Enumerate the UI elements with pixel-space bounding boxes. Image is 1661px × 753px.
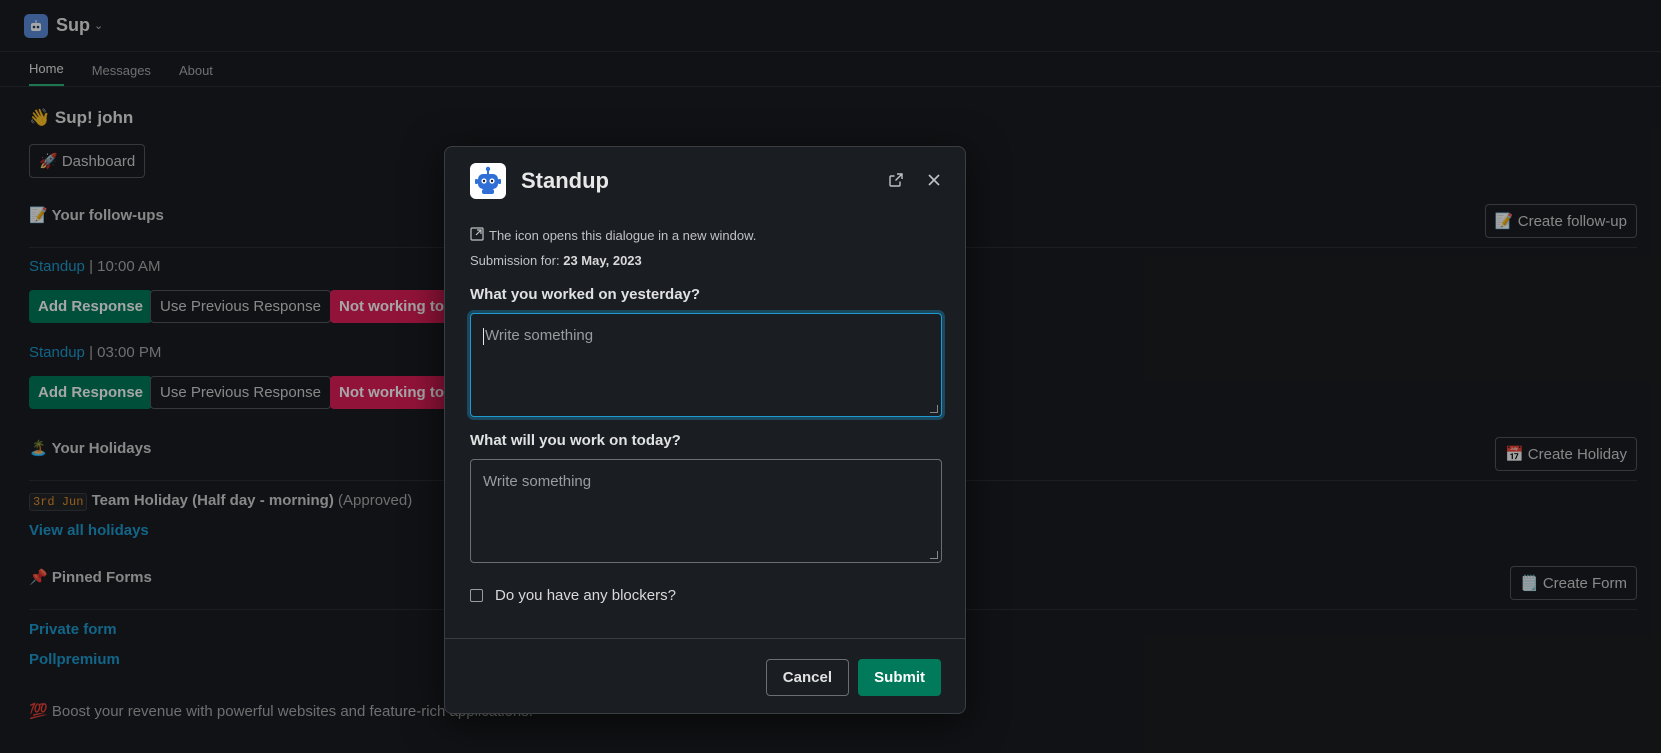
resize-handle[interactable] bbox=[930, 551, 938, 559]
standup-dialog: Standup The icon opens this dialogue in … bbox=[444, 146, 966, 714]
today-label: What will you work on today? bbox=[470, 432, 681, 449]
close-icon[interactable] bbox=[923, 169, 945, 191]
yesterday-textarea[interactable]: Write something bbox=[470, 313, 942, 417]
dialog-actions bbox=[885, 169, 945, 191]
submission-for: Submission for: 23 May, 2023 bbox=[470, 253, 642, 268]
today-textarea[interactable]: Write something bbox=[470, 459, 942, 563]
text-cursor bbox=[483, 327, 484, 345]
dialog-title: Standup bbox=[521, 168, 609, 193]
open-new-window-icon bbox=[470, 227, 484, 244]
robot-icon bbox=[470, 163, 506, 199]
dialog-note-text: The icon opens this dialogue in a new wi… bbox=[489, 228, 757, 243]
blockers-checkbox[interactable] bbox=[470, 589, 483, 602]
open-new-window-icon[interactable] bbox=[885, 169, 907, 191]
footer-divider bbox=[445, 638, 965, 639]
app-window: Sup ⌄ Home Messages About 👋 Sup! john 🚀 … bbox=[0, 0, 1661, 753]
submit-button[interactable]: Submit bbox=[858, 659, 941, 696]
resize-handle[interactable] bbox=[930, 405, 938, 413]
dialog-note: The icon opens this dialogue in a new wi… bbox=[470, 227, 756, 244]
yesterday-label: What you worked on yesterday? bbox=[470, 286, 701, 303]
cancel-button[interactable]: Cancel bbox=[765, 659, 849, 696]
blockers-label[interactable]: Do you have any blockers? bbox=[495, 587, 676, 604]
submission-label: Submission for: bbox=[470, 253, 560, 268]
submission-date: 23 May, 2023 bbox=[563, 253, 642, 268]
dialog-header: Standup bbox=[470, 163, 945, 199]
yesterday-placeholder: Write something bbox=[485, 327, 594, 344]
today-placeholder: Write something bbox=[483, 473, 592, 490]
blockers-checkbox-row[interactable]: Do you have any blockers? bbox=[470, 587, 676, 604]
